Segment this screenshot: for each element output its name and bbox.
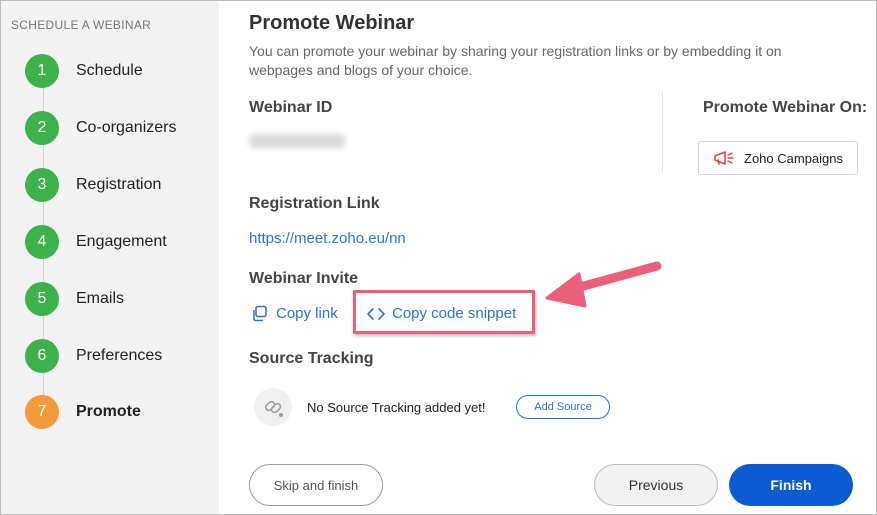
finish-button[interactable]: Finish <box>729 464 853 506</box>
step-number: 2 <box>25 111 59 145</box>
step-label: Co-organizers <box>76 119 177 136</box>
registration-link-label: Registration Link <box>249 195 380 212</box>
step-number: 3 <box>25 168 59 202</box>
webinar-invite-label: Webinar Invite <box>249 270 359 287</box>
step-co-organizers[interactable]: 2 Co-organizers <box>25 111 176 145</box>
step-number: 7 <box>25 395 59 429</box>
promote-on-label: Promote Webinar On: <box>703 99 868 116</box>
step-number: 4 <box>25 225 59 259</box>
registration-link[interactable]: https://meet.zoho.eu/nn <box>249 230 406 247</box>
step-label: Registration <box>76 176 162 193</box>
step-promote[interactable]: 7 Promote <box>25 395 141 429</box>
copy-link-label: Copy link <box>276 305 338 322</box>
page-description: You can promote your webinar by sharing … <box>249 43 782 78</box>
step-registration[interactable]: 3 Registration <box>25 168 161 202</box>
skip-and-finish-button[interactable]: Skip and finish <box>249 464 383 506</box>
webinar-id-label: Webinar ID <box>249 99 333 116</box>
copy-icon <box>253 305 267 322</box>
zoho-campaigns-button[interactable]: Zoho Campaigns <box>698 141 858 175</box>
step-engagement[interactable]: 4 Engagement <box>25 225 167 259</box>
webinar-id-value-redacted <box>249 134 345 148</box>
copy-link-button[interactable]: Copy link <box>251 305 338 322</box>
megaphone-icon <box>714 151 734 165</box>
step-number: 1 <box>25 54 59 88</box>
step-label: Engagement <box>76 233 167 250</box>
previous-button[interactable]: Previous <box>594 464 718 506</box>
step-label: Preferences <box>76 347 163 364</box>
vertical-divider <box>662 92 663 172</box>
copy-code-snippet-button[interactable]: Copy code snippet <box>366 305 516 322</box>
step-label: Promote <box>76 403 141 420</box>
sidebar: SCHEDULE A WEBINAR 1 Schedule 2 Co-organ… <box>1 1 219 514</box>
step-number: 6 <box>25 339 59 373</box>
add-source-button[interactable]: Add Source <box>516 395 610 419</box>
step-label: Emails <box>76 290 125 307</box>
sidebar-header: SCHEDULE A WEBINAR <box>11 18 152 32</box>
step-preferences[interactable]: 6 Preferences <box>25 339 162 373</box>
step-number: 5 <box>25 282 59 316</box>
code-icon <box>367 307 385 320</box>
step-label: Schedule <box>76 62 143 79</box>
annotation-arrow-icon <box>545 261 662 308</box>
copy-code-snippet-label: Copy code snippet <box>392 305 517 322</box>
page-title: Promote Webinar <box>249 12 415 34</box>
source-tracking-empty-text: No Source Tracking added yet! <box>307 400 486 415</box>
source-tracking-label: Source Tracking <box>249 350 374 367</box>
link-chain-icon <box>254 388 292 426</box>
step-emails[interactable]: 5 Emails <box>25 282 124 316</box>
step-schedule[interactable]: 1 Schedule <box>25 54 143 88</box>
zoho-campaigns-label: Zoho Campaigns <box>744 150 843 166</box>
